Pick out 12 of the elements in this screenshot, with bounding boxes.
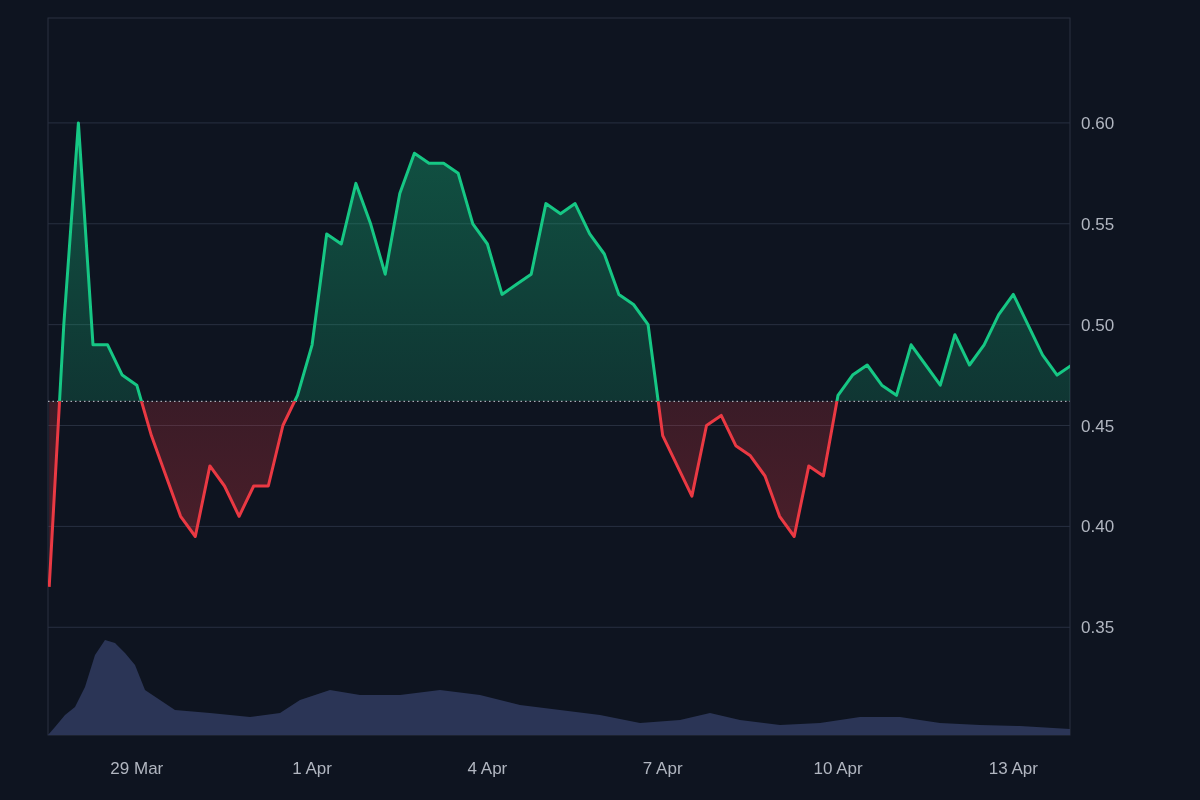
- y-tick-label: 0.50: [1081, 315, 1115, 335]
- y-tick-label: 0.45: [1081, 416, 1115, 436]
- y-tick-label: 0.55: [1081, 214, 1115, 234]
- x-tick-label: 13 Apr: [988, 759, 1038, 778]
- x-tick-label: 29 Mar: [110, 759, 164, 778]
- x-tick-label: 7 Apr: [642, 759, 683, 778]
- x-tick-label: 1 Apr: [292, 759, 332, 778]
- y-tick-label: 0.40: [1081, 517, 1115, 537]
- x-tick-label: 10 Apr: [813, 759, 863, 778]
- y-tick-label: 0.60: [1081, 113, 1115, 133]
- y-tick-label: 0.35: [1081, 618, 1115, 638]
- x-tick-label: 4 Apr: [467, 759, 508, 778]
